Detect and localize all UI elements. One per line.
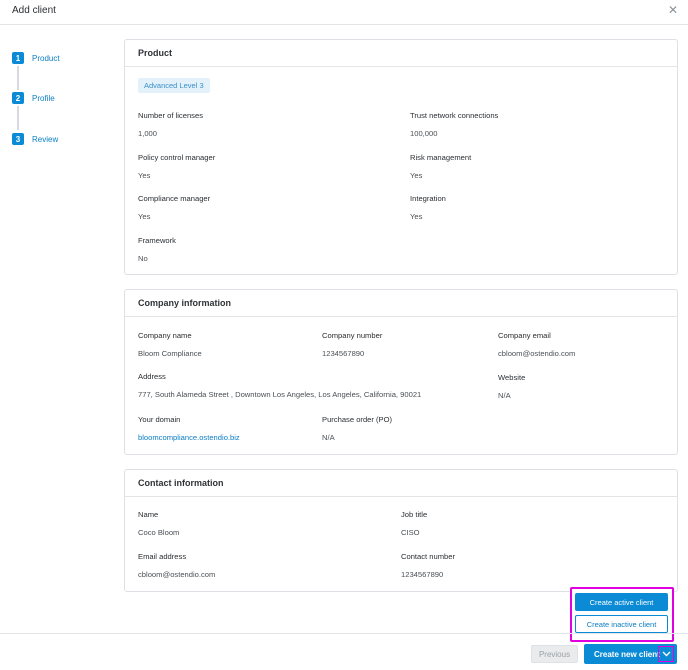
card-header: Product bbox=[125, 40, 677, 67]
step-connector bbox=[17, 66, 19, 90]
field-label: Contact number bbox=[401, 552, 456, 561]
field-label: Company name bbox=[138, 331, 192, 340]
field-value: Yes bbox=[410, 171, 423, 180]
field-domain: Your domain bloomcompliance.ostendio.biz bbox=[138, 415, 240, 442]
field-value: 777, South Alameda Street , Downtown Los… bbox=[138, 390, 422, 399]
field-address: Address 777, South Alameda Street , Down… bbox=[138, 372, 421, 399]
field-compliance-manager: Compliance manager Yes bbox=[138, 194, 210, 221]
field-name: Name Coco Bloom bbox=[138, 510, 179, 537]
field-label: Policy control manager bbox=[138, 153, 216, 162]
step-product[interactable]: 1 Product bbox=[12, 52, 60, 64]
field-value: No bbox=[138, 254, 148, 263]
card-header: Company information bbox=[125, 290, 677, 317]
modal-header: Add client ✕ bbox=[0, 0, 688, 25]
step-number: 1 bbox=[12, 52, 24, 64]
field-label: Framework bbox=[138, 236, 176, 245]
step-connector bbox=[17, 106, 19, 130]
field-label: Compliance manager bbox=[138, 194, 211, 203]
step-number: 2 bbox=[12, 92, 24, 104]
field-label: Job title bbox=[401, 510, 428, 519]
field-value: Yes bbox=[138, 212, 151, 221]
product-badge: Advanced Level 3 bbox=[138, 78, 210, 93]
create-active-client-button[interactable]: Create active client bbox=[575, 593, 668, 611]
field-label: Company number bbox=[322, 331, 383, 340]
field-label: Risk management bbox=[410, 153, 472, 162]
create-inactive-client-button[interactable]: Create inactive client bbox=[575, 615, 668, 633]
field-value: Yes bbox=[410, 212, 423, 221]
field-website: Website N/A bbox=[498, 373, 525, 400]
close-icon[interactable]: ✕ bbox=[668, 3, 678, 17]
step-review[interactable]: 3 Review bbox=[12, 133, 58, 145]
company-card: Company information Company name Bloom C… bbox=[124, 289, 678, 455]
field-framework: Framework No bbox=[138, 236, 176, 263]
field-value: cbloom@ostendio.com bbox=[498, 349, 576, 358]
field-label: Email address bbox=[138, 552, 187, 561]
step-label: Profile bbox=[32, 93, 55, 103]
field-label: Name bbox=[138, 510, 159, 519]
field-job-title: Job title CISO bbox=[401, 510, 427, 537]
field-value: N/A bbox=[322, 433, 335, 442]
field-email-address: Email address cbloom@ostendio.com bbox=[138, 552, 215, 579]
field-label: Number of licenses bbox=[138, 111, 203, 120]
field-purchase-order: Purchase order (PO) N/A bbox=[322, 415, 392, 442]
card-header: Contact information bbox=[125, 470, 677, 497]
field-policy-control: Policy control manager Yes bbox=[138, 153, 215, 180]
field-company-number: Company number 1234567890 bbox=[322, 331, 382, 358]
field-label: Purchase order (PO) bbox=[322, 415, 393, 424]
field-trust-network: Trust network connections 100,000 bbox=[410, 111, 498, 138]
step-number: 3 bbox=[12, 133, 24, 145]
domain-link[interactable]: bloomcompliance.ostendio.biz bbox=[138, 433, 240, 442]
field-integration: Integration Yes bbox=[410, 194, 446, 221]
create-button-label: Create new client bbox=[594, 649, 660, 659]
step-label: Product bbox=[32, 53, 60, 63]
field-value: Yes bbox=[138, 171, 151, 180]
field-value: Coco Bloom bbox=[138, 528, 180, 537]
field-value: 1234567890 bbox=[401, 570, 444, 579]
field-value: 1,000 bbox=[138, 129, 158, 138]
product-card: Product Advanced Level 3 Number of licen… bbox=[124, 39, 678, 275]
field-label: Integration bbox=[410, 194, 446, 203]
field-value: cbloom@ostendio.com bbox=[138, 570, 216, 579]
field-label: Website bbox=[498, 373, 526, 382]
previous-button[interactable]: Previous bbox=[531, 645, 578, 663]
field-risk-management: Risk management Yes bbox=[410, 153, 471, 180]
field-label: Company email bbox=[498, 331, 551, 340]
field-licenses: Number of licenses 1,000 bbox=[138, 111, 203, 138]
modal-title: Add client bbox=[12, 5, 56, 16]
field-company-name: Company name Bloom Compliance bbox=[138, 331, 202, 358]
field-label: Your domain bbox=[138, 415, 181, 424]
field-label: Address bbox=[138, 372, 166, 381]
field-value: Bloom Compliance bbox=[138, 349, 202, 358]
field-value: 100,000 bbox=[410, 129, 438, 138]
chevron-down-icon[interactable] bbox=[658, 646, 674, 662]
contact-card: Contact information Name Coco Bloom Job … bbox=[124, 469, 678, 592]
field-value: N/A bbox=[498, 391, 511, 400]
field-value: 1234567890 bbox=[322, 349, 365, 358]
field-contact-number: Contact number 1234567890 bbox=[401, 552, 455, 579]
step-profile[interactable]: 2 Profile bbox=[12, 92, 55, 104]
step-label: Review bbox=[32, 134, 59, 144]
field-label: Trust network connections bbox=[410, 111, 499, 120]
field-value: CISO bbox=[401, 528, 420, 537]
field-company-email: Company email cbloom@ostendio.com bbox=[498, 331, 575, 358]
